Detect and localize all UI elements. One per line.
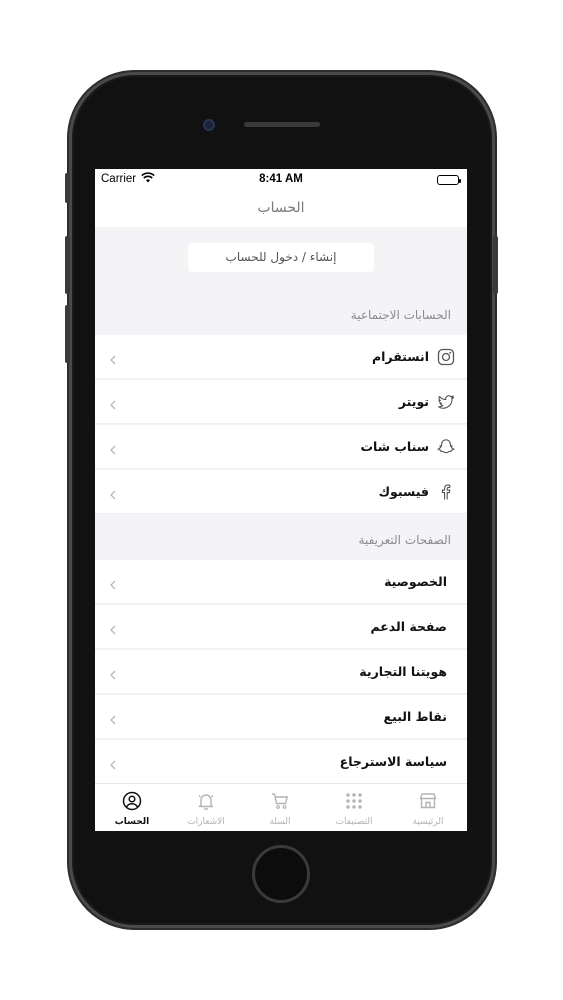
instagram-icon: [437, 348, 455, 366]
page-item-privacy[interactable]: الخصوصية: [95, 560, 467, 604]
grid-icon: [346, 793, 362, 809]
tab-label: الرئيسية: [412, 817, 444, 827]
mute-switch: [65, 173, 70, 203]
chevron-left-icon: [109, 441, 117, 455]
user-icon: [122, 791, 142, 811]
tab-notifications[interactable]: الاشعارات: [169, 784, 243, 831]
front-camera: [203, 119, 215, 131]
login-register-button[interactable]: إنشاء / دخول للحساب: [188, 243, 374, 272]
volume-up-button: [65, 236, 70, 294]
page-item-return-policy[interactable]: سياسة الاسترجاع: [95, 740, 467, 784]
home-button[interactable]: [252, 845, 310, 903]
tab-cart[interactable]: السلة: [243, 784, 317, 831]
chevron-left-icon: [109, 621, 117, 635]
tab-account[interactable]: الحساب: [95, 784, 169, 831]
chevron-left-icon: [109, 666, 117, 680]
battery-icon: [437, 175, 461, 185]
chevron-left-icon: [109, 351, 117, 365]
social-item-twitter[interactable]: تويتر: [95, 380, 467, 424]
twitter-icon: [437, 393, 455, 411]
page-item-support[interactable]: صفحة الدعم: [95, 605, 467, 649]
power-button: [493, 236, 498, 294]
chevron-left-icon: [109, 486, 117, 500]
chevron-left-icon: [109, 576, 117, 590]
tab-label: الحساب: [114, 817, 150, 827]
page-title: الحساب: [257, 200, 305, 216]
login-section: إنشاء / دخول للحساب: [95, 227, 467, 299]
chevron-left-icon: [109, 756, 117, 770]
nav-bar: الحساب: [95, 191, 467, 227]
social-item-label: تويتر: [398, 394, 429, 409]
page-item-brand-identity[interactable]: هويتنا التجارية: [95, 650, 467, 694]
status-bar: Carrier 8:41 AM: [95, 169, 467, 191]
chevron-left-icon: [109, 396, 117, 410]
social-item-label: سناب شات: [360, 439, 429, 454]
social-item-label: فيسبوك: [378, 484, 429, 499]
tab-categories[interactable]: التصنيفات: [317, 784, 391, 831]
social-item-label: انستقرام: [371, 349, 429, 364]
social-section-header: الحسابات الاجتماعية: [350, 308, 451, 322]
tab-home[interactable]: الرئيسية: [391, 784, 465, 831]
social-item-facebook[interactable]: فيسبوك: [95, 470, 467, 514]
status-time: 8:41 AM: [259, 173, 303, 185]
tab-label: التصنيفات: [335, 817, 373, 827]
page-item-label: هويتنا التجارية: [359, 664, 447, 679]
page-item-label: سياسة الاسترجاع: [339, 754, 447, 769]
tab-bar: الحساب الاشعارات السلة التصنيفات الرئيسي…: [95, 783, 467, 831]
store-icon: [419, 793, 437, 809]
facebook-icon: [437, 483, 455, 501]
snapchat-icon: [437, 438, 455, 456]
tab-label: السلة: [269, 817, 291, 827]
page-item-points-of-sale[interactable]: نقاط البيع: [95, 695, 467, 739]
chevron-left-icon: [109, 711, 117, 725]
page-item-label: الخصوصية: [384, 574, 447, 589]
cart-icon: [272, 793, 288, 809]
app-screen: Carrier 8:41 AM الحساب إنشاء / دخول للحس…: [95, 169, 467, 831]
page-item-label: نقاط البيع: [383, 709, 447, 724]
volume-down-button: [65, 305, 70, 363]
social-item-instagram[interactable]: انستقرام: [95, 335, 467, 379]
social-item-snapchat[interactable]: سناب شات: [95, 425, 467, 469]
page-item-label: صفحة الدعم: [370, 619, 447, 634]
pages-section-header: الصفحات التعريفية: [358, 533, 451, 547]
earpiece-speaker: [244, 122, 320, 127]
tab-label: الاشعارات: [187, 817, 225, 827]
bell-icon: [198, 794, 214, 810]
